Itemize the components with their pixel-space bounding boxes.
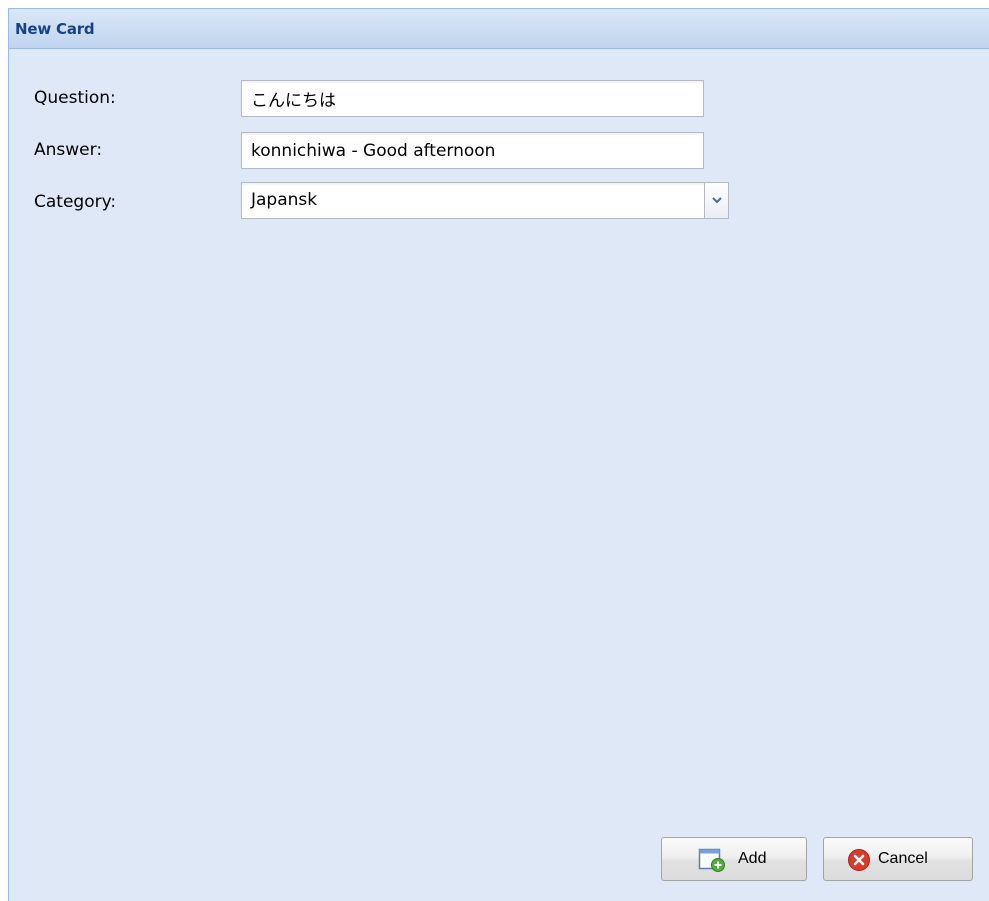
new-card-window: New Card Question: Answer: Category: Jap… xyxy=(8,8,989,901)
question-label: Question: xyxy=(34,88,116,108)
window-title: New Card xyxy=(15,20,95,38)
add-button[interactable]: Add xyxy=(661,837,807,881)
cancel-button-label: Cancel xyxy=(878,850,928,867)
category-label: Category: xyxy=(34,192,117,212)
category-input[interactable]: Japansk xyxy=(241,182,704,219)
add-button-label: Add xyxy=(738,850,767,867)
category-combobox[interactable]: Japansk xyxy=(241,181,729,220)
cancel-button[interactable]: Cancel xyxy=(823,837,973,881)
answer-input[interactable] xyxy=(241,132,704,169)
answer-label: Answer: xyxy=(34,140,103,160)
window-titlebar[interactable]: New Card xyxy=(9,9,989,49)
chevron-down-icon xyxy=(712,197,722,204)
add-card-icon xyxy=(698,848,725,872)
cancel-icon xyxy=(848,849,870,871)
category-dropdown-trigger[interactable] xyxy=(704,182,729,219)
question-input[interactable] xyxy=(241,80,704,117)
